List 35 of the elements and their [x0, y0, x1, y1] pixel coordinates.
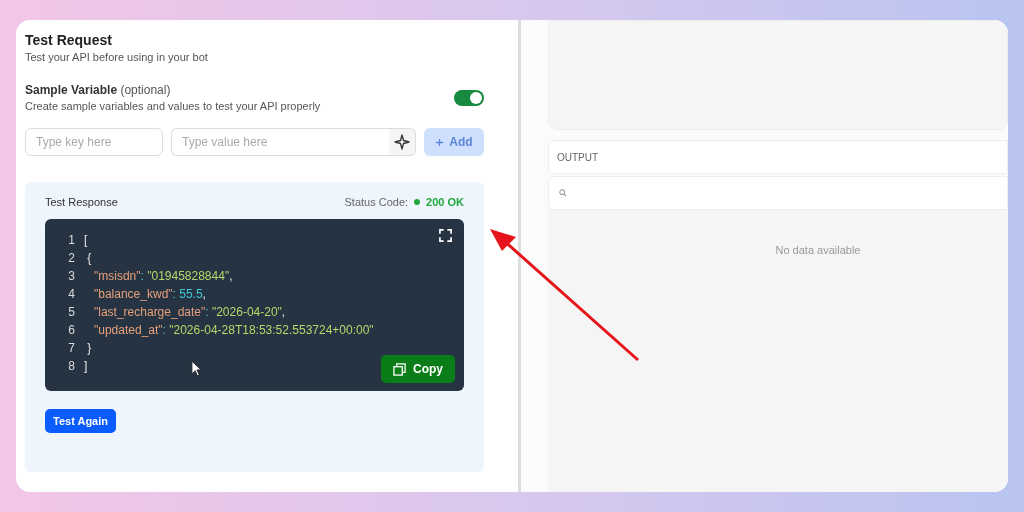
copy-icon: [393, 362, 406, 376]
line-number: 3: [67, 269, 75, 283]
empty-message: No data available: [775, 244, 861, 258]
status-label: Status Code:: [344, 196, 409, 208]
line-number: 8: [67, 359, 75, 373]
code-line: "last_recharge_date": "2026-04-20",: [93, 305, 286, 319]
line-number: 7: [67, 341, 75, 355]
plus-icon: [435, 137, 445, 147]
test-again-button[interactable]: Test Again: [45, 409, 116, 433]
search-icon: [559, 189, 567, 197]
status-code: 200 OK: [426, 196, 464, 208]
line-number: 1: [67, 233, 75, 247]
line-number: 6: [67, 323, 75, 337]
toggle-switch[interactable]: [454, 89, 484, 106]
code-line: "msisdn": "01945828844",: [93, 269, 233, 283]
section-description: Create sample variables and values to test your API properly: [25, 100, 321, 112]
output-header: OUTPUT: [548, 140, 1008, 174]
line-number: 4: [67, 287, 75, 301]
line-number: 5: [67, 305, 75, 319]
code-line: "balance_kwd": 55.5,: [93, 287, 206, 301]
line-number: 2: [67, 251, 75, 265]
section-label: Sample Variable (optional): [25, 83, 172, 97]
panel-subtitle: Test your API before using in your bot: [25, 51, 209, 63]
code-line: "updated_at": "2026-04-28T18:53:52.553724+00:00": [93, 323, 374, 337]
key-input-field[interactable]: Type key here: [25, 128, 163, 156]
code-line: }: [86, 341, 92, 355]
search-field[interactable]: [548, 176, 1008, 210]
panel-title: Test Request: [25, 32, 113, 48]
response-title: Test Response: [45, 196, 118, 208]
code-line: [: [84, 233, 88, 247]
expand-icon[interactable]: [439, 229, 452, 242]
copy-button[interactable]: Copy: [381, 355, 455, 383]
code-line: {: [86, 251, 92, 265]
code-line: ]: [84, 359, 88, 373]
mouse-cursor-icon: [191, 360, 202, 377]
